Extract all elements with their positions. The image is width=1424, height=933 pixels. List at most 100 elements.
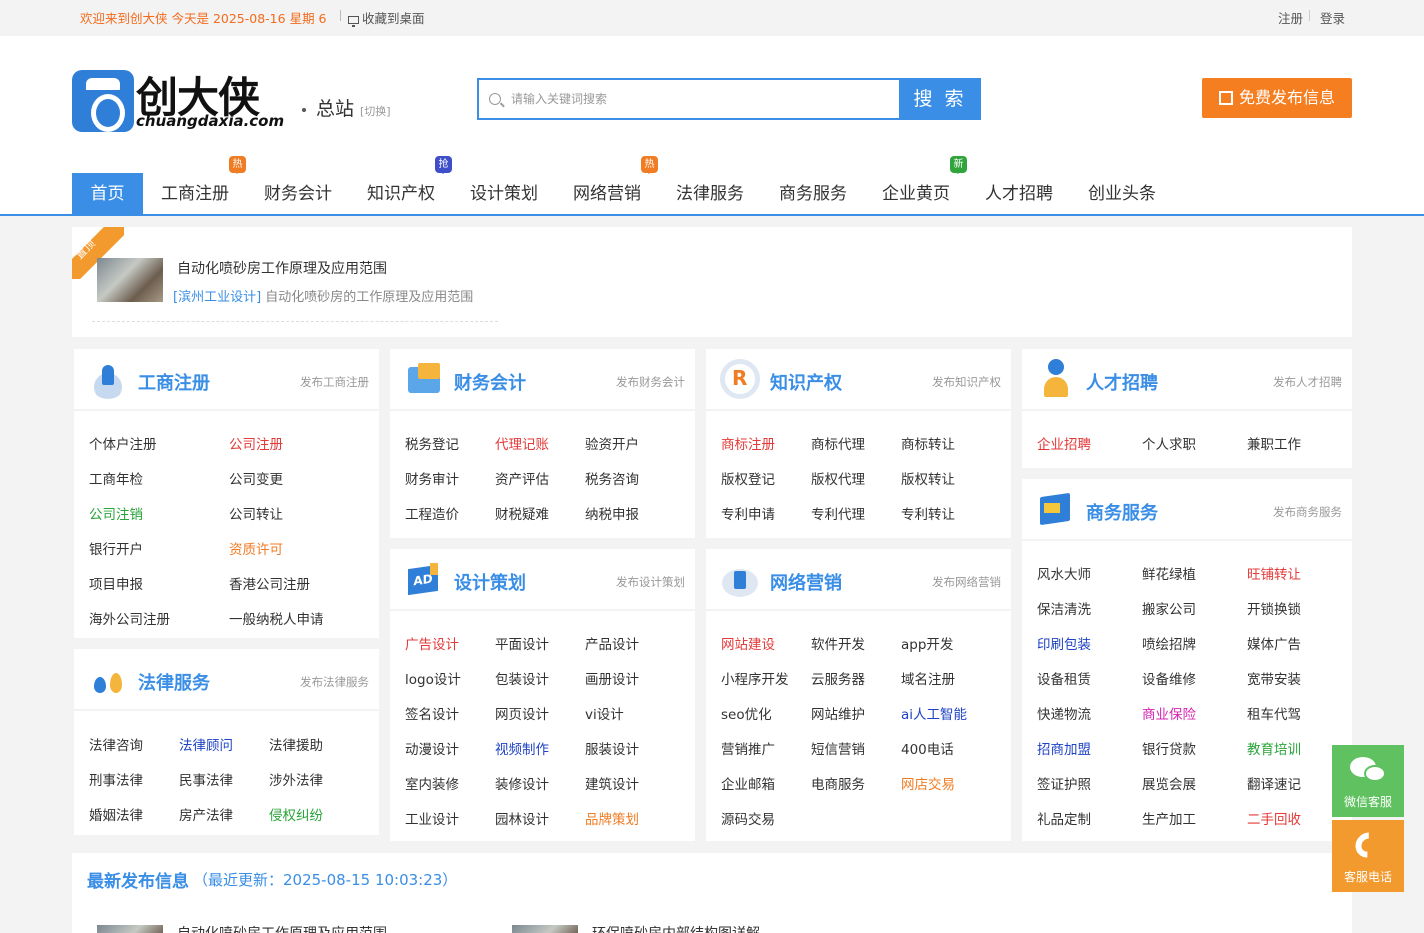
category-link[interactable]: 园林设计 [495, 808, 549, 828]
category-link[interactable]: 开锁换锁 [1247, 598, 1301, 618]
panel-post-link[interactable]: 发布财务会计 [616, 374, 685, 390]
nav-zhishi[interactable]: 知识产权 [360, 173, 442, 215]
category-link[interactable]: 生产加工 [1142, 808, 1196, 828]
panel-title[interactable]: 财务会计 [454, 369, 526, 395]
category-link[interactable]: 动漫设计 [405, 738, 459, 758]
category-link[interactable]: 商标转让 [901, 433, 955, 453]
category-link[interactable]: 专利代理 [811, 503, 865, 523]
category-link[interactable]: 涉外法律 [269, 769, 323, 789]
nav-shangwu[interactable]: 商务服务 [772, 173, 854, 215]
category-link[interactable]: 展览会展 [1142, 773, 1196, 793]
nav-caiwu[interactable]: 财务会计 [257, 173, 339, 215]
category-link[interactable]: 签证护照 [1037, 773, 1091, 793]
category-link[interactable]: 法律顾问 [179, 734, 233, 754]
category-link[interactable]: app开发 [901, 633, 953, 653]
category-link[interactable]: 网页设计 [495, 703, 549, 723]
category-link[interactable]: 风水大师 [1037, 563, 1091, 583]
category-link[interactable]: 公司变更 [229, 468, 283, 488]
category-link[interactable]: 电商服务 [811, 773, 865, 793]
pinned-title[interactable]: 自动化喷砂房工作原理及应用范围 [177, 258, 387, 278]
panel-title[interactable]: 法律服务 [138, 669, 210, 695]
category-link[interactable]: 银行贷款 [1142, 738, 1196, 758]
category-link[interactable]: 房产法律 [179, 804, 233, 824]
category-link[interactable]: 财务审计 [405, 468, 459, 488]
latest-thumbnail[interactable] [512, 925, 578, 933]
category-link[interactable]: 海外公司注册 [89, 608, 170, 628]
category-link[interactable]: 侵权纠纷 [269, 804, 323, 824]
post-info-button[interactable]: 免费发布信息 [1202, 78, 1352, 118]
category-link[interactable]: ai人工智能 [901, 703, 967, 723]
category-link[interactable]: 资质许可 [229, 538, 283, 558]
category-link[interactable]: 软件开发 [811, 633, 865, 653]
category-link[interactable]: 室内装修 [405, 773, 459, 793]
panel-post-link[interactable]: 发布网络营销 [932, 574, 1001, 590]
category-link[interactable]: 商业保险 [1142, 703, 1196, 723]
category-link[interactable]: 一般纳税人申请 [229, 608, 324, 628]
panel-post-link[interactable]: 发布法律服务 [300, 674, 369, 690]
category-link[interactable]: 签名设计 [405, 703, 459, 723]
category-link[interactable]: 云服务器 [811, 668, 865, 688]
category-link[interactable]: 网站建设 [721, 633, 775, 653]
category-link[interactable]: 产品设计 [585, 633, 639, 653]
category-link[interactable]: 法律咨询 [89, 734, 143, 754]
nav-toutiao[interactable]: 创业头条 [1081, 173, 1163, 215]
panel-title[interactable]: 网络营销 [770, 569, 842, 595]
panel-post-link[interactable]: 发布知识产权 [932, 374, 1001, 390]
category-link[interactable]: 源码交易 [721, 808, 775, 828]
category-link[interactable]: 兼职工作 [1247, 433, 1301, 453]
category-link[interactable]: 快递物流 [1037, 703, 1091, 723]
search-input[interactable] [511, 88, 891, 110]
city-switch-link[interactable]: [切换] [360, 105, 391, 118]
category-link[interactable]: 域名注册 [901, 668, 955, 688]
category-link[interactable]: 财税疑难 [495, 503, 549, 523]
category-link[interactable]: 广告设计 [405, 633, 459, 653]
category-link[interactable]: 礼品定制 [1037, 808, 1091, 828]
panel-title[interactable]: 工商注册 [138, 369, 210, 395]
nav-sheji[interactable]: 设计策划 [463, 173, 545, 215]
category-link[interactable]: 媒体广告 [1247, 633, 1301, 653]
nav-gongshang[interactable]: 工商注册 [154, 173, 236, 215]
category-link[interactable]: 企业招聘 [1037, 433, 1091, 453]
category-link[interactable]: 品牌策划 [585, 808, 639, 828]
pinned-thumbnail[interactable] [97, 258, 163, 302]
category-link[interactable]: 画册设计 [585, 668, 639, 688]
category-link[interactable]: 保洁清洗 [1037, 598, 1091, 618]
latest-item-title[interactable]: 环保喷砂房内部结构图详解 [592, 923, 760, 933]
category-link[interactable]: 验资开户 [585, 433, 639, 453]
category-link[interactable]: 设备维修 [1142, 668, 1196, 688]
category-link[interactable]: 代理记账 [495, 433, 549, 453]
category-link[interactable]: 400电话 [901, 738, 954, 758]
search-button[interactable]: 搜 索 [899, 78, 981, 120]
category-link[interactable]: 设备租赁 [1037, 668, 1091, 688]
category-link[interactable]: logo设计 [405, 668, 461, 688]
panel-post-link[interactable]: 发布设计策划 [616, 574, 685, 590]
category-link[interactable]: 专利转让 [901, 503, 955, 523]
category-link[interactable]: 鲜花绿植 [1142, 563, 1196, 583]
category-link[interactable]: seo优化 [721, 703, 772, 723]
category-link[interactable]: 建筑设计 [585, 773, 639, 793]
category-link[interactable]: 旺铺转让 [1247, 563, 1301, 583]
category-link[interactable]: 宽带安装 [1247, 668, 1301, 688]
category-link[interactable]: 民事法律 [179, 769, 233, 789]
category-link[interactable]: 租车代驾 [1247, 703, 1301, 723]
category-link[interactable]: 资产评估 [495, 468, 549, 488]
category-link[interactable]: 视频制作 [495, 738, 549, 758]
category-link[interactable]: 短信营销 [811, 738, 865, 758]
category-link[interactable]: 招商加盟 [1037, 738, 1091, 758]
category-link[interactable]: 版权登记 [721, 468, 775, 488]
nav-home[interactable]: 首页 [72, 173, 143, 215]
category-link[interactable]: 喷绘招牌 [1142, 633, 1196, 653]
register-link[interactable]: 注册 [1278, 8, 1303, 27]
category-link[interactable]: 公司转让 [229, 503, 283, 523]
category-link[interactable]: 装修设计 [495, 773, 549, 793]
panel-title[interactable]: 人才招聘 [1086, 369, 1158, 395]
nav-qiye[interactable]: 企业黄页 [875, 173, 957, 215]
category-link[interactable]: 二手回收 [1247, 808, 1301, 828]
latest-item-title[interactable]: 自动化喷砂房工作原理及应用范围 [177, 923, 387, 933]
panel-post-link[interactable]: 发布工商注册 [300, 374, 369, 390]
category-link[interactable]: 公司注册 [229, 433, 283, 453]
category-link[interactable]: 银行开户 [89, 538, 143, 558]
category-link[interactable]: 翻译速记 [1247, 773, 1301, 793]
category-link[interactable]: 版权转让 [901, 468, 955, 488]
category-link[interactable]: 印刷包装 [1037, 633, 1091, 653]
